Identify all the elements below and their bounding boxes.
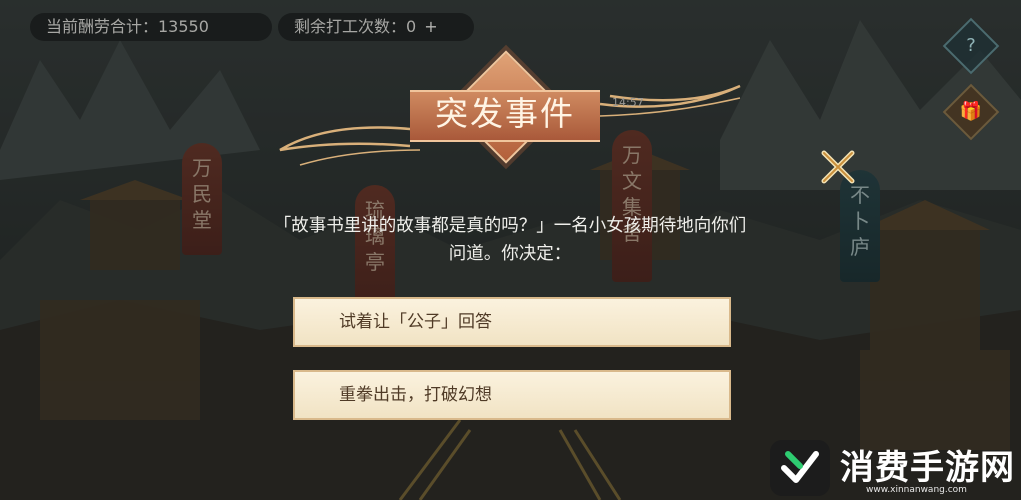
gift-icon: 🎁 (959, 101, 983, 122)
question-icon: ? (966, 35, 976, 56)
event-question: 「故事书里讲的故事都是真的吗？」一名小女孩期待地向你们 问道。你决定： (220, 212, 800, 268)
option-label: 重拳出击，打破幻想 (339, 385, 492, 405)
watermark-url: www.xinnanwang.com (866, 485, 967, 495)
event-title-banner: 突发事件 (270, 50, 750, 170)
option-label: 试着让「公子」回答 (339, 312, 492, 332)
swirl-ornament-left (279, 126, 421, 166)
question-line-2: 问道。你决定： (448, 244, 572, 264)
salary-total-pill: 当前酬劳合计：13550 (30, 13, 272, 41)
option-button-break-illusion[interactable]: 重拳出击，打破幻想 (293, 370, 731, 420)
salary-total-text: 当前酬劳合计：13550 (46, 17, 209, 36)
close-icon[interactable] (818, 147, 858, 187)
add-work-button[interactable]: + (424, 17, 437, 36)
option-button-ask-childe[interactable]: 试着让「公子」回答 (293, 297, 731, 347)
work-count-text: 剩余打工次数：0 (294, 17, 417, 36)
work-count-pill: 剩余打工次数：0 + (278, 13, 474, 41)
watermark-brand: 消费手游网 (840, 448, 1015, 488)
event-title: 突发事件 (435, 94, 575, 133)
question-line-1: 「故事书里讲的故事都是真的吗？」一名小女孩期待地向你们 (273, 216, 747, 236)
watermark-logo-icon (770, 440, 830, 496)
time-tag: 14:57 (612, 96, 644, 109)
